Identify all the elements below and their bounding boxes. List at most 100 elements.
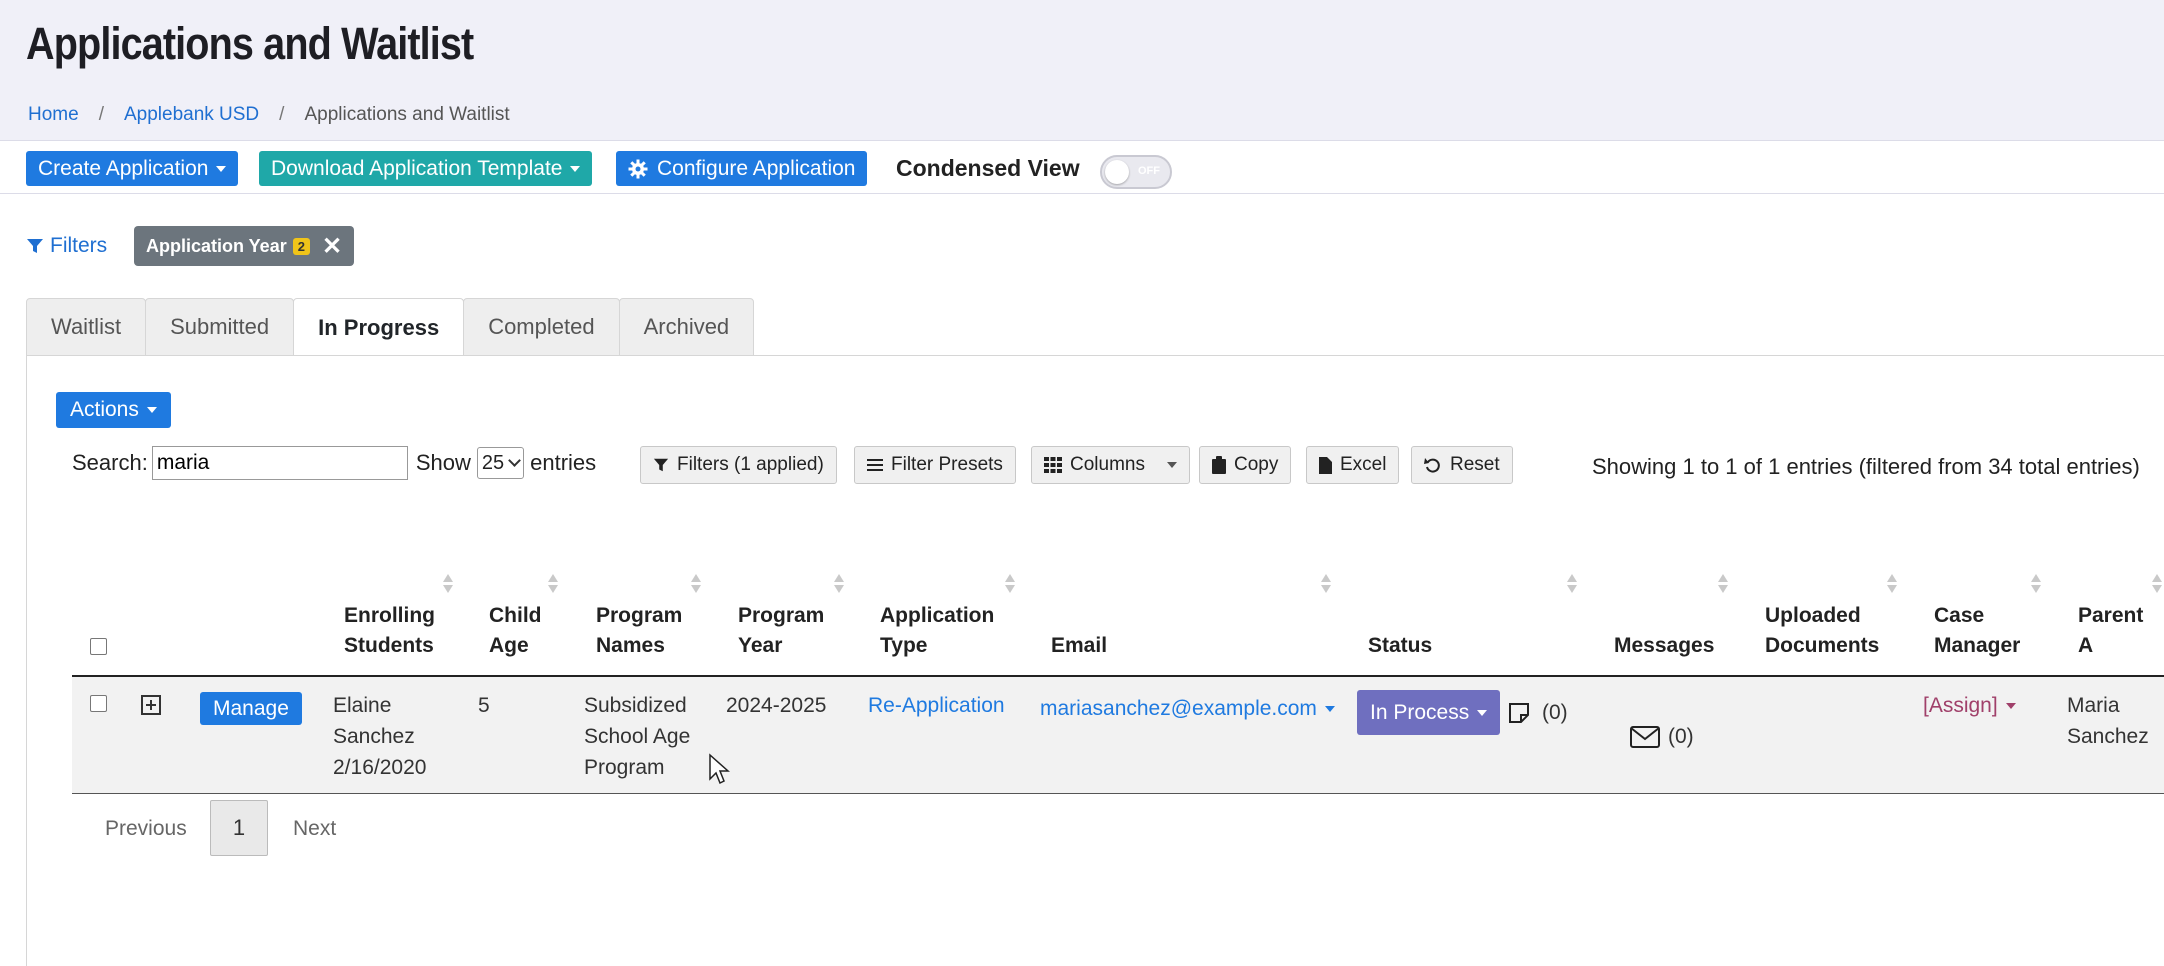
tab-archived[interactable]: Archived xyxy=(618,298,755,356)
caret-down-icon xyxy=(1166,462,1177,468)
actions-label: Actions xyxy=(70,398,139,421)
pagination-previous[interactable]: Previous xyxy=(105,817,187,841)
sort-icon[interactable] xyxy=(443,574,453,596)
expand-row-icon[interactable] xyxy=(141,695,161,715)
toggle-knob xyxy=(1105,160,1129,184)
sort-icon[interactable] xyxy=(1321,574,1331,596)
column-header-application-type[interactable]: Application Type xyxy=(880,601,994,661)
header-line: Parent xyxy=(2078,604,2144,627)
pagination-next[interactable]: Next xyxy=(293,817,336,841)
breadcrumb-separator: / xyxy=(279,104,285,125)
column-header-email[interactable]: Email xyxy=(1051,631,1107,661)
search-input[interactable] xyxy=(151,446,408,480)
sort-icon[interactable] xyxy=(548,574,558,596)
cell-program-year: 2024-2025 xyxy=(726,694,827,717)
sort-icon[interactable] xyxy=(1718,574,1728,596)
configure-application-label: Configure Application xyxy=(657,156,856,180)
column-header-program-year[interactable]: Program Year xyxy=(738,601,824,661)
column-header-case-manager[interactable]: Case Manager xyxy=(1934,601,2020,661)
page-title: Applications and Waitlist xyxy=(26,18,474,69)
filter-icon xyxy=(653,458,669,472)
messages-link[interactable]: (0) xyxy=(1630,721,1694,752)
header-line: Students xyxy=(344,634,434,657)
notes-link[interactable]: (0) xyxy=(1508,697,1568,728)
select-all-checkbox[interactable] xyxy=(90,638,107,655)
sort-icon[interactable] xyxy=(1567,574,1577,596)
excel-label: Excel xyxy=(1340,454,1387,475)
program-line: School Age xyxy=(584,725,691,748)
chip-count-badge: 2 xyxy=(292,237,310,255)
column-header-status[interactable]: Status xyxy=(1368,631,1432,661)
row-checkbox[interactable] xyxy=(90,695,107,712)
status-label: In Process xyxy=(1370,700,1470,724)
list-icon xyxy=(867,459,883,471)
sort-icon[interactable] xyxy=(1887,574,1897,596)
column-header-messages[interactable]: Messages xyxy=(1614,631,1714,661)
reset-button[interactable]: Reset xyxy=(1411,446,1513,484)
header-line: Type xyxy=(880,634,928,657)
column-header-parent-a[interactable]: Parent A xyxy=(2078,601,2143,661)
excel-button[interactable]: Excel xyxy=(1306,446,1400,484)
tab-submitted[interactable]: Submitted xyxy=(145,298,295,356)
header-line: Application xyxy=(880,604,995,627)
show-label: Show xyxy=(415,450,471,475)
sort-icon[interactable] xyxy=(2031,574,2041,596)
sort-icon[interactable] xyxy=(1005,574,1015,596)
mouse-cursor-icon xyxy=(709,753,730,785)
student-last-name: Sanchez xyxy=(333,725,415,748)
condensed-view-toggle[interactable]: OFF xyxy=(1100,155,1172,189)
download-template-button[interactable]: Download Application Template xyxy=(259,151,593,186)
parent-first-name: Maria xyxy=(2067,694,2120,717)
file-icon xyxy=(1319,456,1332,474)
email-dropdown[interactable]: mariasanchez@example.com xyxy=(1040,693,1335,724)
sort-icon[interactable] xyxy=(2152,574,2162,596)
sort-icon[interactable] xyxy=(834,574,844,596)
grid-icon xyxy=(1044,457,1062,473)
header-line: Uploaded xyxy=(1765,604,1861,627)
sort-icon[interactable] xyxy=(691,574,701,596)
create-application-button[interactable]: Create Application xyxy=(26,151,239,186)
pagination-page-1[interactable]: 1 xyxy=(210,800,268,856)
condensed-view-label: Condensed View xyxy=(896,155,1080,181)
tab-waitlist[interactable]: Waitlist xyxy=(26,298,147,356)
columns-label: Columns xyxy=(1070,454,1145,475)
caret-down-icon xyxy=(216,165,227,172)
breadcrumb-district[interactable]: Applebank USD xyxy=(124,104,259,126)
column-header-child-age[interactable]: Child Age xyxy=(489,601,542,661)
status-dropdown-button[interactable]: In Process xyxy=(1357,690,1501,735)
column-header-enrolling-students[interactable]: Enrolling Students xyxy=(344,601,435,661)
column-header-uploaded-documents[interactable]: Uploaded Documents xyxy=(1765,601,1879,661)
tab-in-progress[interactable]: In Progress xyxy=(293,298,465,357)
breadcrumb-home[interactable]: Home xyxy=(28,104,79,126)
breadcrumb: Home / Applebank USD / Applications and … xyxy=(28,104,510,126)
header-line: Case xyxy=(1934,604,1985,627)
tab-completed[interactable]: Completed xyxy=(463,298,620,356)
filters-link[interactable]: Filters xyxy=(26,234,107,258)
assign-case-manager-dropdown[interactable]: [Assign] xyxy=(1923,694,2016,718)
application-year-filter-chip: Application Year 2 ✕ xyxy=(134,226,355,266)
entries-select[interactable]: 25 xyxy=(476,447,525,479)
caret-down-icon xyxy=(146,407,157,413)
column-header-program-names[interactable]: Program Names xyxy=(596,601,682,661)
columns-button[interactable]: Columns xyxy=(1031,446,1190,484)
application-type-link[interactable]: Re-Application xyxy=(868,690,1005,721)
header-line: Manager xyxy=(1934,634,2021,657)
search-label: Search: xyxy=(72,450,148,475)
download-template-label: Download Application Template xyxy=(271,156,563,180)
filter-presets-button[interactable]: Filter Presets xyxy=(854,446,1016,484)
page-header: Applications and Waitlist Home / Appleba… xyxy=(0,0,2164,140)
undo-icon xyxy=(1424,458,1440,473)
header-line: Program xyxy=(738,604,825,627)
filters-applied-button[interactable]: Filters (1 applied) xyxy=(640,446,837,484)
table-row-divider xyxy=(72,793,2164,794)
header-line: A xyxy=(2078,634,2094,657)
manage-button[interactable]: Manage xyxy=(200,692,302,725)
copy-button[interactable]: Copy xyxy=(1199,446,1292,484)
filter-presets-label: Filter Presets xyxy=(891,454,1003,475)
header-line: Documents xyxy=(1765,634,1880,657)
configure-application-button[interactable]: Configure Application xyxy=(616,151,868,186)
actions-button[interactable]: Actions xyxy=(56,392,171,428)
breadcrumb-separator: / xyxy=(98,104,104,125)
close-icon[interactable]: ✕ xyxy=(322,232,342,261)
note-icon xyxy=(1509,702,1529,723)
